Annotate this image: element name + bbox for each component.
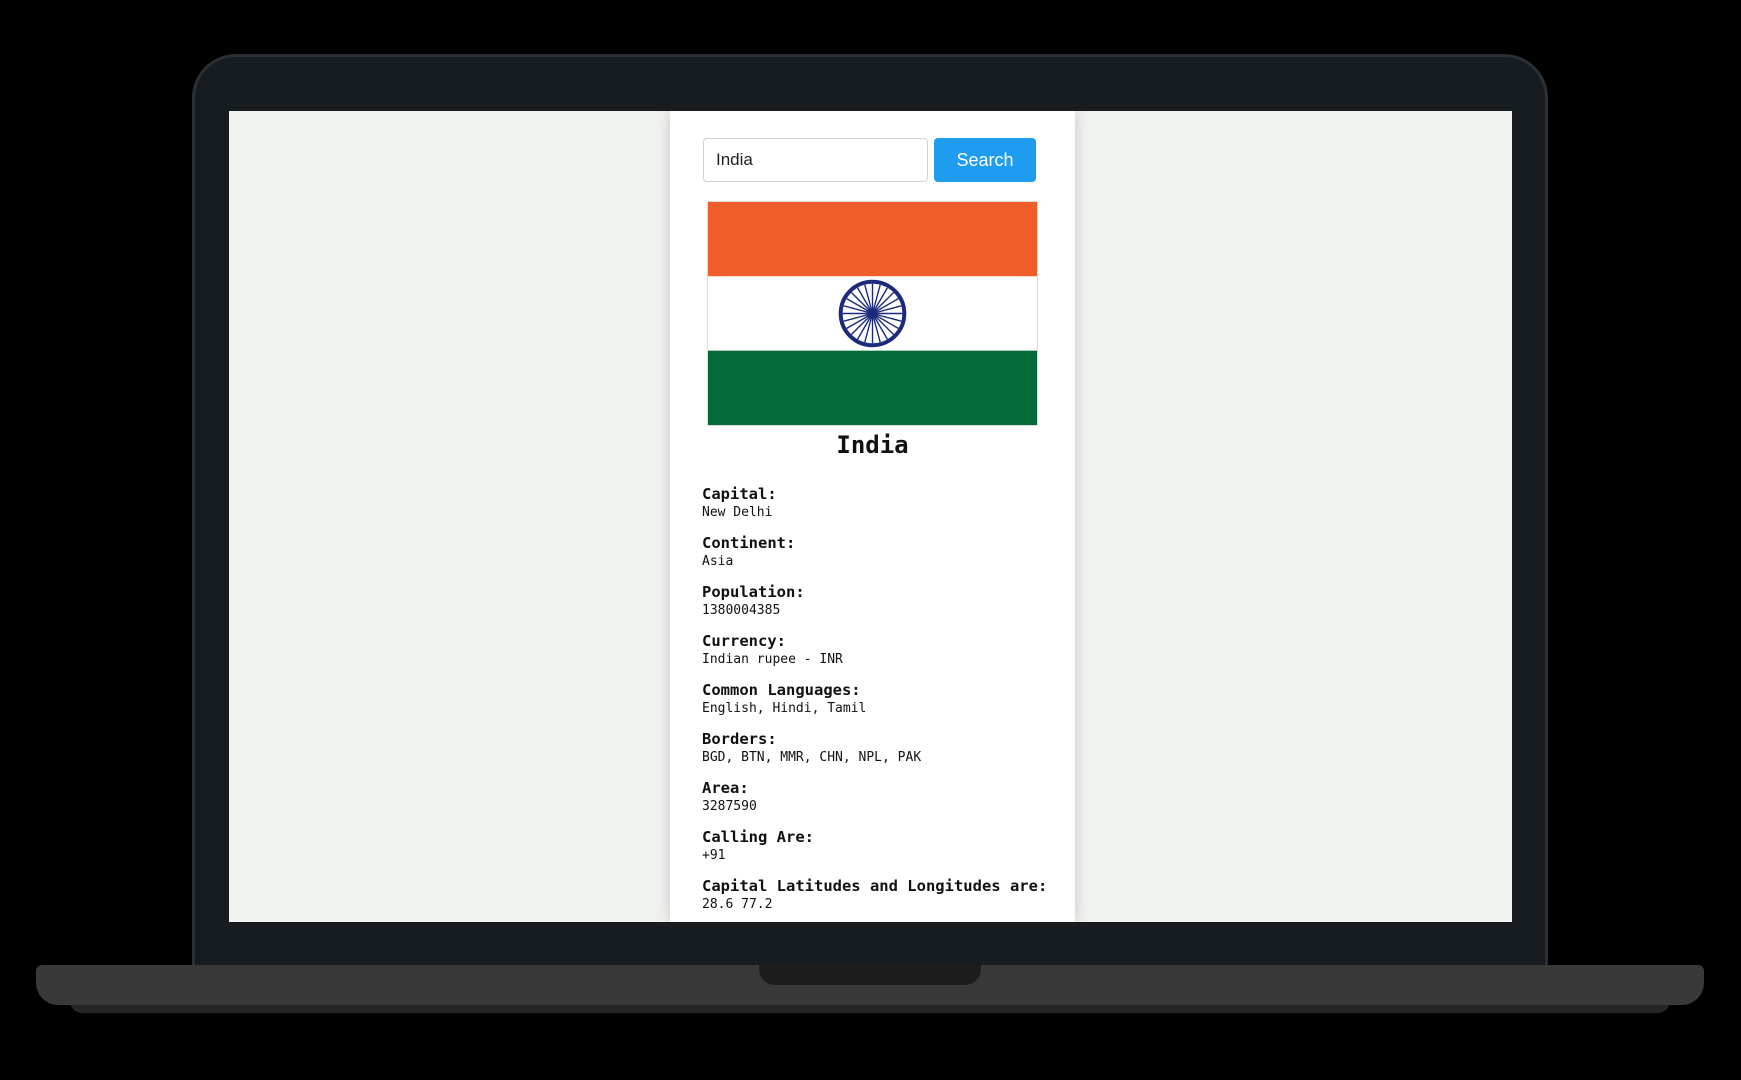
detail-lat-long: Capital Latitudes and Longitudes are: 28… bbox=[702, 876, 1062, 922]
laptop-notch bbox=[759, 965, 981, 985]
detail-label: Capital: bbox=[702, 485, 777, 503]
detail-label: Borders: bbox=[702, 730, 777, 748]
search-bar: Search bbox=[703, 138, 1036, 182]
detail-label: Capital Latitudes and Longitudes are: bbox=[702, 877, 1048, 895]
detail-area: Area: 3287590 bbox=[702, 778, 1062, 827]
detail-label: Currency: bbox=[702, 632, 786, 650]
detail-capital: Capital: New Delhi bbox=[702, 484, 1062, 533]
detail-value: Indian rupee - INR bbox=[702, 652, 843, 667]
flag-saffron-band bbox=[708, 202, 1037, 277]
detail-currency: Currency: Indian rupee - INR bbox=[702, 631, 1062, 680]
detail-value: +91 bbox=[702, 848, 726, 863]
detail-label: Calling Are: bbox=[702, 828, 814, 846]
country-details: Capital: New Delhi Continent: Asia Popul… bbox=[702, 484, 1062, 922]
detail-label: Common Languages: bbox=[702, 681, 861, 699]
detail-value: Asia bbox=[702, 554, 734, 569]
detail-continent: Continent: Asia bbox=[702, 533, 1062, 582]
detail-value: English, Hindi, Tamil bbox=[702, 701, 867, 716]
detail-value: New Delhi bbox=[702, 505, 773, 520]
detail-calling-code: Calling Are: +91 bbox=[702, 827, 1062, 876]
detail-label: Population: bbox=[702, 583, 805, 601]
country-card: Search India Capital: New Delhi Continen… bbox=[670, 111, 1075, 922]
detail-population: Population: 1380004385 bbox=[702, 582, 1062, 631]
india-flag bbox=[707, 201, 1038, 426]
detail-label: Area: bbox=[702, 779, 749, 797]
detail-value: 28.6 77.2 bbox=[702, 897, 773, 912]
ashoka-chakra-icon bbox=[838, 279, 907, 348]
detail-value: BGD, BTN, MMR, CHN, NPL, PAK bbox=[702, 750, 922, 765]
screen: Search India Capital: New Delhi Continen… bbox=[229, 111, 1512, 922]
search-button[interactable]: Search bbox=[934, 138, 1036, 182]
detail-borders: Borders: BGD, BTN, MMR, CHN, NPL, PAK bbox=[702, 729, 1062, 778]
country-name: India bbox=[836, 431, 909, 459]
detail-value: 3287590 bbox=[702, 799, 757, 814]
detail-value: 1380004385 bbox=[702, 603, 781, 618]
flag-green-band bbox=[708, 350, 1037, 425]
detail-label: Continent: bbox=[702, 534, 796, 552]
search-input[interactable] bbox=[703, 138, 928, 182]
detail-languages: Common Languages: English, Hindi, Tamil bbox=[702, 680, 1062, 729]
